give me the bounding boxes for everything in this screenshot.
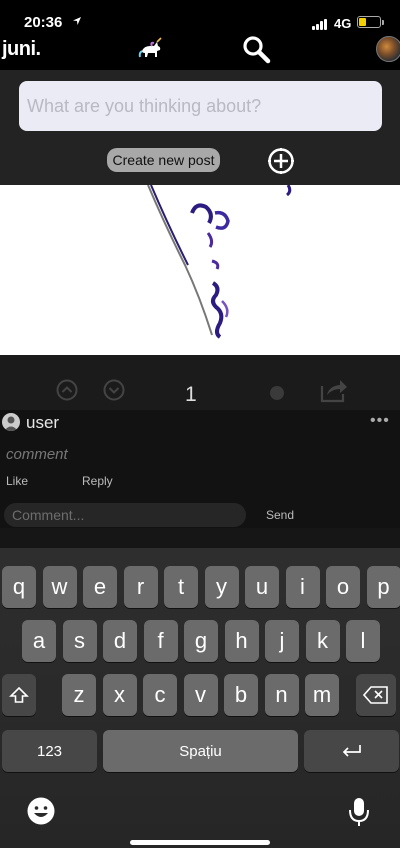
key-f[interactable]: f [143,620,178,662]
key-b[interactable]: b [224,674,258,716]
space-key[interactable]: Spațiu [103,730,298,772]
more-options-icon[interactable]: ••• [370,412,390,430]
backspace-icon[interactable] [356,674,396,716]
comment-input[interactable] [4,503,246,527]
key-h[interactable]: h [224,620,259,662]
microphone-icon[interactable] [346,796,372,828]
handwriting-drawing [147,185,292,339]
comment-dot-icon[interactable] [270,386,284,400]
battery-icon [357,16,381,28]
key-j[interactable]: j [265,620,299,662]
key-l[interactable]: l [346,620,380,662]
key-v[interactable]: v [183,674,218,716]
key-z[interactable]: z [62,674,96,716]
key-w[interactable]: w [42,566,77,608]
share-icon[interactable] [320,377,348,408]
comment-avatar [2,413,20,431]
key-o[interactable]: o [326,566,360,608]
key-s[interactable]: s [62,620,97,662]
chevron-up-icon[interactable] [56,379,78,406]
key-t[interactable]: t [164,566,198,608]
home-indicator[interactable] [130,840,270,845]
battery-tip [382,20,384,25]
numbers-key[interactable]: 123 [2,730,97,772]
return-icon[interactable] [304,730,399,772]
post-composer: Create new post [0,70,400,185]
status-bar: 20:36 4G [0,0,400,34]
key-g[interactable]: g [184,620,218,662]
post-input[interactable] [19,81,382,131]
key-y[interactable]: y [204,566,239,608]
comment-section: user ••• comment Like Reply Send [0,410,400,528]
key-k[interactable]: k [305,620,340,662]
like-button[interactable]: Like [6,474,28,488]
add-photo-icon[interactable] [266,146,296,176]
vote-count: 1 [185,383,197,406]
key-n[interactable]: n [264,674,299,716]
chevron-down-icon[interactable] [103,379,125,406]
app-header: juni. [0,34,400,70]
signal-icon [312,19,330,30]
comment-username[interactable]: user [26,413,59,433]
send-button[interactable]: Send [266,508,294,522]
key-m[interactable]: m [305,674,339,716]
emoji-icon[interactable] [26,796,56,826]
key-c[interactable]: c [143,674,177,716]
search-icon[interactable] [240,34,272,66]
key-e[interactable]: e [83,566,117,608]
app-logo[interactable]: juni. [2,38,41,61]
keyboard-divider [0,528,400,548]
key-q[interactable]: q [2,566,36,608]
reply-button[interactable]: Reply [82,474,113,488]
key-x[interactable]: x [102,674,137,716]
location-arrow-icon [72,16,82,29]
post-image[interactable] [0,185,400,355]
network-type: 4G [334,16,352,31]
key-u[interactable]: u [245,566,279,608]
key-i[interactable]: i [285,566,320,608]
key-r[interactable]: r [123,566,158,608]
comment-text: comment [6,446,68,463]
key-p[interactable]: p [366,566,400,608]
create-post-button[interactable]: Create new post [107,148,220,172]
status-time: 20:36 [24,14,63,31]
post-actions: 1 [0,355,400,410]
unicorn-icon[interactable] [138,37,164,63]
key-a[interactable]: a [22,620,56,662]
key-d[interactable]: d [103,620,137,662]
avatar[interactable] [376,36,400,62]
keyboard: qwertyuiop asdfghjkl zxcvbnm 123 Spațiu [0,548,400,848]
shift-icon[interactable] [2,674,36,716]
